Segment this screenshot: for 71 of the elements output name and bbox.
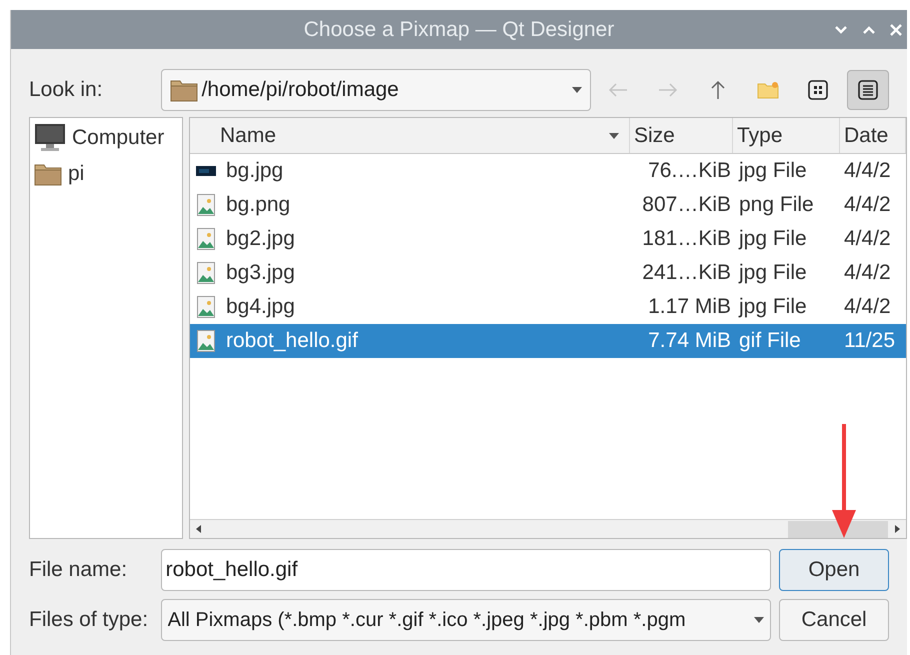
size-cell-text: 7.74 MiB <box>648 328 731 354</box>
up-arrow-icon <box>711 80 725 100</box>
horizontal-scrollbar[interactable] <box>190 519 906 538</box>
list-icon <box>858 80 878 100</box>
dark-image-icon <box>196 166 216 176</box>
image-file-icon <box>197 194 215 216</box>
file-row[interactable]: robot_hello.gif 7.74 MiB gif File 11/25 <box>190 324 906 358</box>
folder-icon <box>170 78 198 102</box>
grid-icon <box>808 80 828 100</box>
look-in-dropdown[interactable]: /home/pi/robot/image <box>160 69 591 111</box>
maximize-icon[interactable] <box>861 24 877 36</box>
file-name-cell-text: bg2.jpg <box>226 226 295 252</box>
date-cell: 4/4/2 <box>844 227 891 250</box>
image-file-icon <box>197 296 215 318</box>
window-title: Choose a Pixmap — Qt Designer <box>302 16 616 43</box>
column-header[interactable]: Name <box>190 118 630 153</box>
type-cell: jpg File <box>739 295 807 318</box>
type-cell: jpg File <box>739 261 807 284</box>
file-row[interactable]: bg4.jpg 1.17 MiB jpg File 4/4/2 <box>190 290 906 324</box>
detail-view-button[interactable] <box>847 70 889 110</box>
caret-icon <box>754 617 764 623</box>
sidebar-item[interactable]: pi <box>30 156 182 192</box>
size-cell-text: 807…KiB <box>642 192 731 218</box>
file-name-label: File name: <box>29 557 128 584</box>
file-type-text: All Pixmaps (*.bmp *.cur *.gif *.ico *.jpeg *.jpg *.pbm *.pgm <box>168 608 687 633</box>
date-cell: 11/25 <box>844 329 895 352</box>
image-file-icon <box>197 262 215 284</box>
date-cell: 4/4/2 <box>844 261 891 284</box>
file-name-field[interactable]: robot_hello.gif <box>160 549 772 591</box>
minimize-icon[interactable] <box>833 24 849 36</box>
image-file-icon <box>197 330 215 352</box>
file-type-dropdown[interactable]: All Pixmaps (*.bmp *.cur *.gif *.ico *.jpeg *.jpg *.pbm *.pgm <box>160 599 772 641</box>
computer-icon <box>34 123 66 153</box>
open-button[interactable]: Open <box>779 549 889 591</box>
size-cell-text: 1.17 MiB <box>648 294 731 320</box>
look-in-label: Look in: <box>29 77 104 104</box>
file-row[interactable]: bg.jpg 76.…KiB jpg File 4/4/2 <box>190 154 906 188</box>
size-cell-text: 181…KiB <box>642 226 731 252</box>
back-arrow-icon <box>608 83 628 97</box>
size-cell-text: 76.…KiB <box>648 158 731 184</box>
file-name-cell-text: bg.jpg <box>226 158 284 184</box>
close-icon[interactable] <box>889 22 903 36</box>
date-cell: 4/4/2 <box>844 193 891 216</box>
file-name-cell-text: bg3.jpg <box>226 260 295 286</box>
column-header[interactable]: Type <box>733 118 840 153</box>
column-header[interactable]: Size <box>630 118 733 153</box>
caret-icon <box>572 87 582 93</box>
file-name-cell-text: bg.png <box>226 192 290 218</box>
file-row[interactable]: bg.png 807…KiB png File 4/4/2 <box>190 188 906 222</box>
folder-icon <box>34 162 62 186</box>
column-header[interactable]: Date <box>840 118 906 153</box>
file-row[interactable]: bg3.jpg 241…KiB jpg File 4/4/2 <box>190 256 906 290</box>
sidebar-item[interactable]: Computer <box>30 120 182 156</box>
type-cell: jpg File <box>739 227 807 250</box>
size-cell-text: 241…KiB <box>642 260 731 286</box>
date-cell: 4/4/2 <box>844 295 891 318</box>
scrollbar-thumb[interactable] <box>788 520 888 538</box>
forward-arrow-icon <box>658 83 678 97</box>
date-cell: 4/4/2 <box>844 159 891 182</box>
type-cell: png File <box>739 193 814 216</box>
type-cell: gif File <box>739 329 801 352</box>
file-row[interactable]: bg2.jpg 181…KiB jpg File 4/4/2 <box>190 222 906 256</box>
path-text: /home/pi/robot/image <box>202 77 400 104</box>
caret-icon <box>609 132 619 138</box>
type-cell: jpg File <box>739 159 807 182</box>
image-file-icon <box>197 228 215 250</box>
file-name-cell-text: robot_hello.gif <box>226 328 358 354</box>
cancel-button[interactable]: Cancel <box>779 599 889 641</box>
folder-icon <box>757 81 779 99</box>
files-of-type-label: Files of type: <box>29 607 150 634</box>
file-name-cell-text: bg4.jpg <box>226 294 295 320</box>
